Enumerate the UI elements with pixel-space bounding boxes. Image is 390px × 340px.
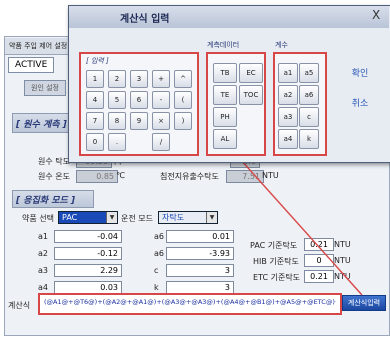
coef-key-c[interactable]: c: [299, 107, 319, 127]
coef-key-a5[interactable]: a5: [299, 63, 319, 83]
coef-key-k[interactable]: k: [299, 129, 319, 149]
cancel-button[interactable]: 취소: [340, 96, 380, 109]
key-plus[interactable]: +: [152, 70, 170, 88]
coef-key-a2[interactable]: a2: [278, 85, 298, 105]
var-key-toc[interactable]: TOC: [239, 85, 263, 105]
coef-key-a4[interactable]: a4: [278, 129, 298, 149]
coef-key-a1[interactable]: a1: [278, 63, 298, 83]
key-eight[interactable]: 8: [108, 112, 126, 130]
coef-group-title: 계수: [275, 41, 288, 49]
close-icon[interactable]: X: [372, 8, 380, 22]
key-minus[interactable]: -: [152, 91, 170, 109]
key-two[interactable]: 2: [108, 70, 126, 88]
key-power[interactable]: ^: [174, 70, 192, 88]
key-open-paren[interactable]: (: [174, 91, 192, 109]
key-four[interactable]: 4: [86, 91, 104, 109]
key-five[interactable]: 5: [108, 91, 126, 109]
key-dot[interactable]: .: [108, 133, 126, 151]
key-zero[interactable]: 0: [86, 133, 104, 151]
var-key-al[interactable]: AL: [213, 129, 237, 149]
dialog-title: 계산식 입력: [120, 14, 170, 25]
var-key-ph[interactable]: PH: [213, 107, 237, 127]
var-key-ec[interactable]: EC: [239, 63, 263, 83]
key-one[interactable]: 1: [86, 70, 104, 88]
key-three[interactable]: 3: [130, 70, 148, 88]
var-key-te[interactable]: TE: [213, 85, 237, 105]
var-group-title: 계측데이터: [207, 41, 240, 49]
ok-button[interactable]: 확인: [340, 66, 380, 79]
key-nine[interactable]: 9: [130, 112, 148, 130]
coef-key-a3[interactable]: a3: [278, 107, 298, 127]
key-seven[interactable]: 7: [86, 112, 104, 130]
key-six[interactable]: 6: [130, 91, 148, 109]
var-key-tb[interactable]: TB: [213, 63, 237, 83]
key-close-paren[interactable]: ): [174, 112, 192, 130]
dialog-title-bar: [69, 6, 389, 28]
key-multiply[interactable]: ×: [152, 112, 170, 130]
keypad-group-title: [ 입력 ]: [86, 57, 109, 65]
coef-key-a6[interactable]: a6: [299, 85, 319, 105]
key-divide[interactable]: /: [152, 133, 170, 151]
